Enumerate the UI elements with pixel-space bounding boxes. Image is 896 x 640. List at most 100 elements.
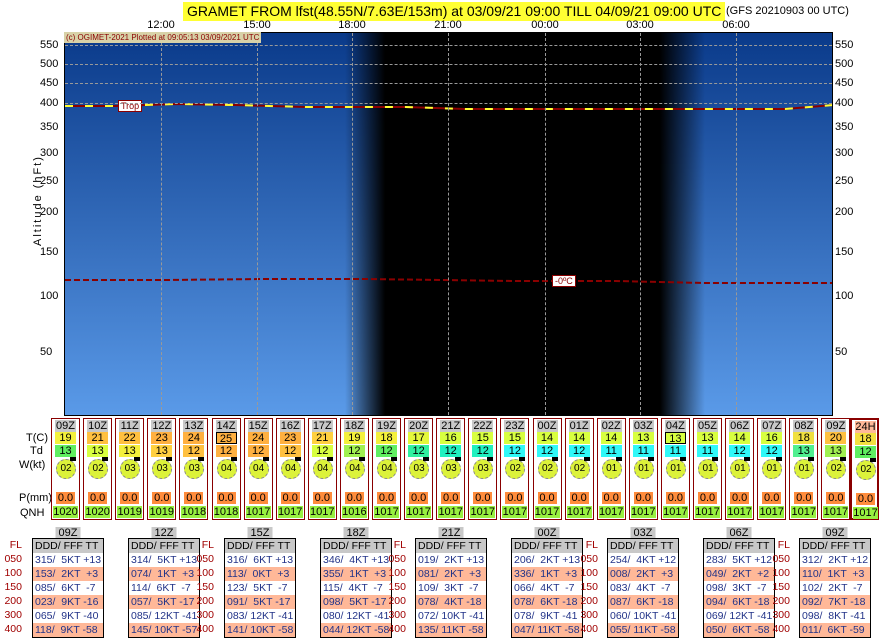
temperature-value: 20 <box>825 432 847 444</box>
wind-speed-circle: 01 <box>665 459 686 479</box>
hour-label: 13Z <box>183 420 205 432</box>
table-row: 083/ 4KT -7 <box>610 582 671 594</box>
hour-label: 18Z <box>343 420 365 432</box>
y-tick-label-right: 150 <box>835 246 854 258</box>
flight-level-column: FL 050 100 150 200 300 400 <box>578 538 598 636</box>
vertical-gridline <box>545 33 546 415</box>
y-tick-label-right: 200 <box>835 206 854 218</box>
y-tick-label-left: 350 <box>40 121 59 133</box>
temperature-value: 21 <box>87 432 109 444</box>
precip-value: 0.0 <box>184 492 204 504</box>
wind-barb-icon <box>519 457 526 461</box>
table-row: 066/ 4KT -7 <box>514 582 575 594</box>
table-row: 110/ 1KT +3 <box>800 567 870 581</box>
wind-barb-icon <box>487 457 494 461</box>
fl-level: 300 <box>388 609 406 621</box>
fl-level: 400 <box>580 623 598 635</box>
temperature-value: 19 <box>343 432 365 444</box>
y-tick-label-left: 500 <box>40 58 59 70</box>
temperature-value: 25 <box>215 432 237 445</box>
fl-level: 200 <box>196 595 214 607</box>
hour-label: 17Z <box>311 420 333 432</box>
wind-speed-circle: 04 <box>216 459 237 479</box>
wind-speed-circle: 03 <box>120 459 141 479</box>
table-row: 047/ 11KT -58 <box>512 623 582 637</box>
gramet-plot: Trop -0ºC <box>64 32 833 416</box>
table-row: 074/ 1KT +3 <box>129 567 199 581</box>
table-row: 283/ 5KT +12 <box>706 554 773 566</box>
wind-speed-circle: 02 <box>826 459 847 479</box>
precip-value: 0.0 <box>312 492 332 504</box>
time-tick-label: 03:00 <box>626 19 654 31</box>
y-tick-label-right: 50 <box>835 346 848 358</box>
qnh-value: 1017 <box>727 506 753 518</box>
fl-level: 150 <box>388 581 406 593</box>
wind-temp-table: DDD/ FFF TT 346/ 4KT +13 355/ 1KT +3 115/ 4… <box>320 538 392 638</box>
qnh-value: 1017 <box>630 506 656 518</box>
credit-label: (c) OGIMET-2021 Plotted at 09:05:13 03/0… <box>64 32 262 43</box>
table-row: 114/ 6KT -7 <box>131 582 191 594</box>
time-tick-label: 18:00 <box>338 19 366 31</box>
qnh-value: 1017 <box>438 506 464 518</box>
qnh-value: 1020 <box>53 506 78 518</box>
wind-barb-icon <box>70 457 76 461</box>
temperature-value: 23 <box>279 432 301 444</box>
hour-column: 09Z 20 13 02 0.0 1017 <box>821 418 851 520</box>
table-row: 085/ 12KT -41 <box>131 610 198 622</box>
fl-level: 100 <box>580 567 598 579</box>
wind-temp-table: DDD/ FFF TT 315/ 5KT +13 153/ 2KT +3 085/ 6… <box>32 538 104 638</box>
table-row: 081/ 2KT +3 <box>416 567 486 581</box>
time-tick-label: 00:00 <box>531 19 559 31</box>
dewpoint-value: 13 <box>825 445 847 457</box>
hour-label: 19Z <box>376 420 397 432</box>
qnh-value: 1017 <box>277 506 303 518</box>
dewpoint-value: 12 <box>504 445 526 457</box>
table-row: 065/ 9KT -40 <box>35 610 99 622</box>
precip-value: 0.0 <box>56 492 75 504</box>
row-label-temp: T(C) <box>26 432 48 444</box>
hour-label: 00Z <box>536 420 558 432</box>
hour-label: 16Z <box>279 420 301 432</box>
qnh-value: 1017 <box>791 506 817 518</box>
table-row: 113/ 0KT +3 <box>225 567 295 581</box>
hour-label: 15Z <box>247 420 269 432</box>
table-row: 123/ 5KT -7 <box>227 582 288 594</box>
table-column-header: DDD/ FFF TT <box>704 539 774 553</box>
wind-barb-icon <box>583 457 590 461</box>
precip-value: 0.0 <box>248 492 268 504</box>
qnh-value: 1017 <box>853 507 878 519</box>
table-row: 008/ 2KT +3 <box>608 567 678 581</box>
flight-level-column: FL 050 100 150 200 300 400 <box>2 538 22 636</box>
temperature-value: 15 <box>504 432 526 444</box>
wind-speed-circle: 03 <box>441 459 462 479</box>
table-column-header: DDD/ FFF TT <box>225 539 295 553</box>
table-row: 316/ 6KT +13 <box>227 554 294 566</box>
y-tick-label-left: 100 <box>40 290 59 302</box>
qnh-value: 1016 <box>341 506 367 518</box>
temperature-value: 18 <box>376 432 397 444</box>
wind-barb-icon <box>102 457 109 461</box>
hour-column: 22Z 15 12 03 0.0 1017 <box>468 418 498 520</box>
fl-level: 150 <box>4 581 22 593</box>
hour-column: 15Z 24 12 04 0.0 1017 <box>243 418 273 520</box>
hour-column: 10Z 21 13 02 0.0 1020 <box>83 418 113 520</box>
qnh-value: 1017 <box>598 506 624 518</box>
precip-value: 0.0 <box>633 492 653 504</box>
dewpoint-value: 12 <box>729 445 751 457</box>
fl-header: FL <box>777 539 790 551</box>
temperature-value: 14 <box>568 432 590 444</box>
y-tick-label-left: 50 <box>40 346 53 358</box>
table-column-header: DDD/ FFF TT <box>800 539 870 553</box>
fl-level: 300 <box>580 609 598 621</box>
qnh-value: 1017 <box>502 506 528 518</box>
precip-value: 0.0 <box>569 492 589 504</box>
fl-level: 300 <box>4 609 22 621</box>
wind-barb-icon <box>358 457 365 461</box>
precip-value: 0.0 <box>730 492 750 504</box>
wind-speed-circle: 03 <box>184 459 205 479</box>
wind-temp-table: DDD/ FFF TT 283/ 5KT +12 049/ 2KT +2 098/ 3… <box>703 538 775 638</box>
wind-barb-icon <box>326 457 333 461</box>
table-row: 098/ 5KT -17 <box>321 595 391 609</box>
table-row: 135/ 11KT -58 <box>416 623 486 637</box>
table-column-header: DDD/ FFF TT <box>512 539 582 553</box>
